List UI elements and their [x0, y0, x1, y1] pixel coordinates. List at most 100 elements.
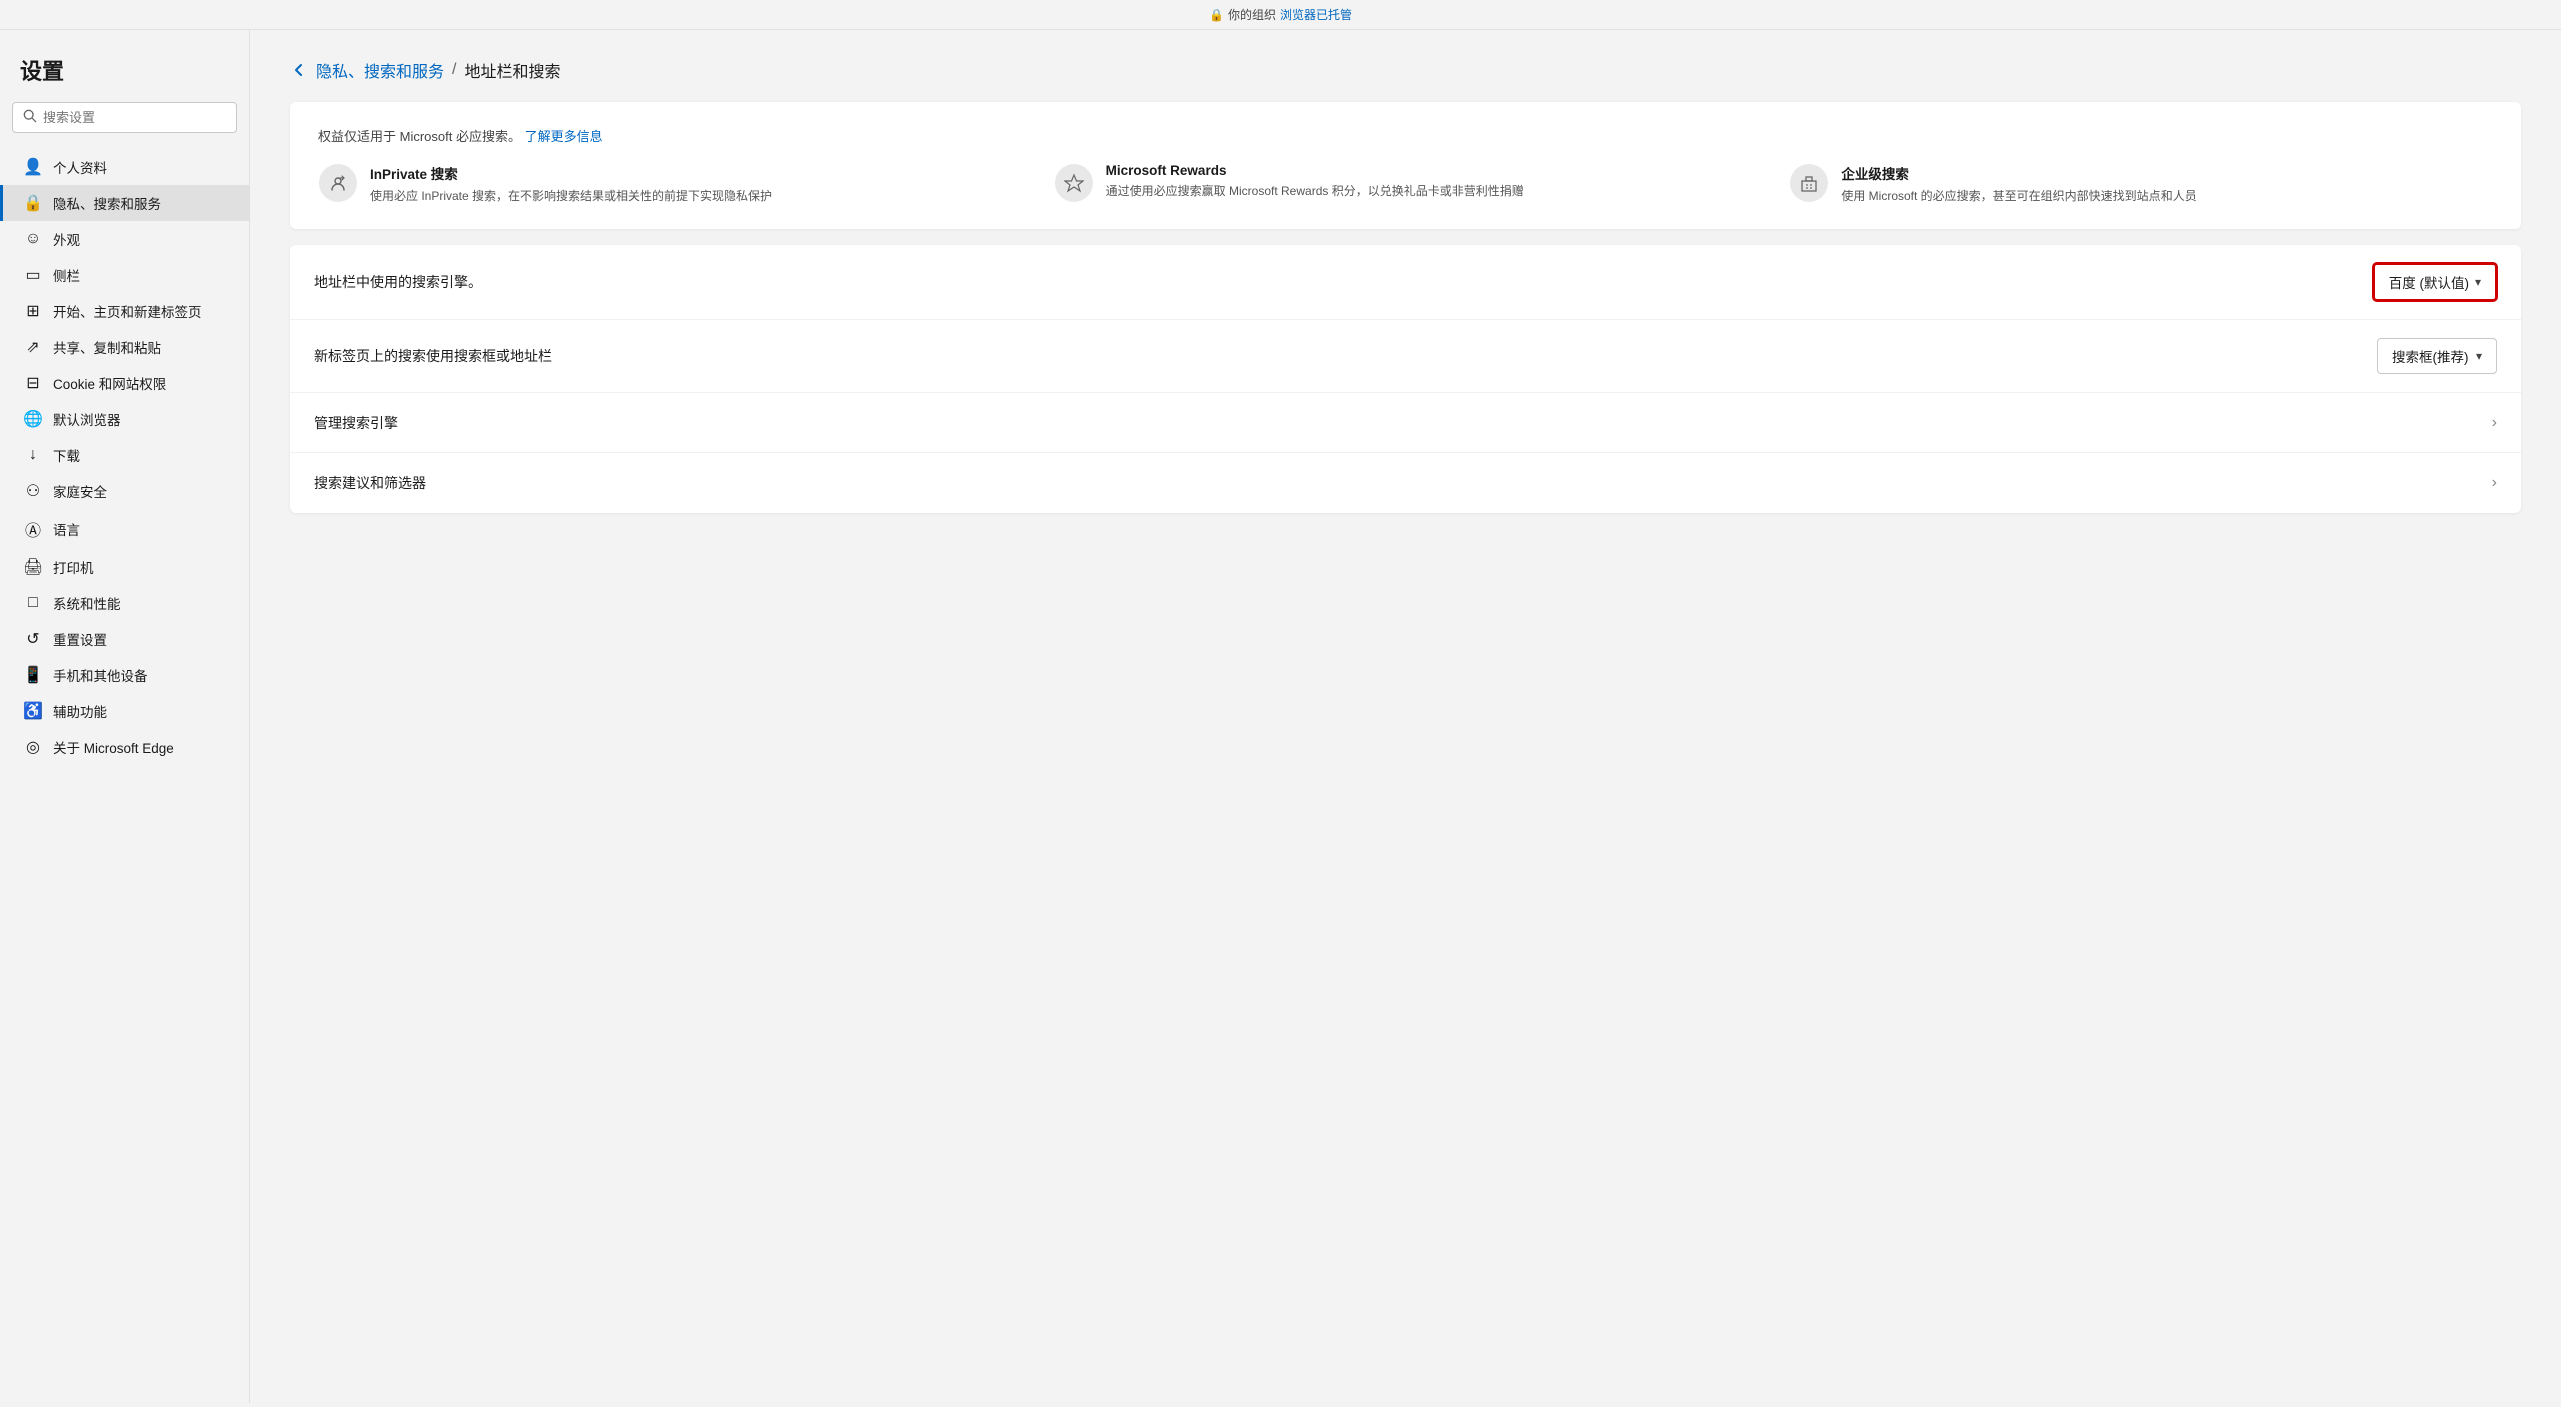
breadcrumb-current: 地址栏和搜索 [464, 58, 560, 82]
sidebar-item-accessibility[interactable]: ♿ 辅助功能 [0, 693, 249, 729]
card-note: 权益仅适用于 Microsoft 必应搜索。 了解更多信息 [318, 126, 2493, 145]
sidebar-item-cookies[interactable]: ⊟ Cookie 和网站权限 [0, 365, 249, 401]
chevron-right-icon: › [2492, 414, 2497, 432]
lock-icon: 🔒 [1209, 8, 1224, 22]
sidebar-item-system[interactable]: □ 系统和性能 [0, 585, 249, 621]
sidebar-item-label: 打印机 [53, 557, 94, 577]
sidebar-item-label: 外观 [53, 229, 80, 249]
search-suggestions-label: 搜索建议和筛选器 [314, 473, 426, 493]
sidebar-item-defaultbrowser[interactable]: 🌐 默认浏览器 [0, 401, 249, 437]
search-engine-label: 地址栏中使用的搜索引擎。 [314, 272, 482, 292]
sidebar-item-label: 系统和性能 [53, 593, 121, 613]
sidebar-item-language[interactable]: Ⓐ 语言 [0, 509, 249, 549]
enterprise-icon [1790, 164, 1828, 202]
sidebar-item-label: 家庭安全 [53, 481, 107, 501]
sidebar-icon: ▭ [23, 265, 43, 285]
features-grid: InPrivate 搜索 使用必应 InPrivate 搜索，在不影响搜索结果或… [318, 163, 2493, 205]
sidebar-item-label: 共享、复制和粘贴 [53, 337, 161, 357]
rewards-desc: 通过使用必应搜索赢取 Microsoft Rewards 积分，以兑换礼品卡或非… [1106, 182, 1524, 200]
rewards-text: Microsoft Rewards 通过使用必应搜索赢取 Microsoft R… [1106, 163, 1524, 205]
enterprise-icon-container [1789, 163, 1829, 203]
sidebar-item-label: 侧栏 [53, 265, 80, 285]
sidebar: 设置 👤 个人资料 🔒 隐私、搜索和服务 ☺ 外观 ▭ 侧栏 [0, 30, 250, 1403]
inprivate-title: InPrivate 搜索 [370, 163, 772, 183]
sidebar-item-reset[interactable]: ↺ 重置设置 [0, 621, 249, 657]
sidebar-item-mobile[interactable]: 📱 手机和其他设备 [0, 657, 249, 693]
breadcrumb-parent[interactable]: 隐私、搜索和服务 [316, 58, 444, 82]
sidebar-item-about[interactable]: ◎ 关于 Microsoft Edge [0, 729, 249, 765]
inprivate-desc: 使用必应 InPrivate 搜索，在不影响搜索结果或相关性的前提下实现隐私保护 [370, 187, 772, 205]
appearance-icon: ☺ [23, 230, 43, 248]
inprivate-icon [319, 164, 357, 202]
enterprise-text: 企业级搜索 使用 Microsoft 的必应搜索，甚至可在组织内部快速找到站点和… [1841, 163, 2196, 205]
settings-card: 地址栏中使用的搜索引擎。 百度 (默认值) ▾ 新标签页上的搜索使用搜索框或地址… [290, 245, 2521, 513]
sidebar-item-label: 隐私、搜索和服务 [53, 193, 161, 213]
sidebar-title: 设置 [0, 54, 249, 102]
system-icon: □ [23, 594, 43, 612]
sidebar-item-label: Cookie 和网站权限 [53, 373, 166, 393]
topbar-text: 你的组织 [1228, 6, 1276, 23]
sidebar-item-family[interactable]: ⚇ 家庭安全 [0, 473, 249, 509]
new-tab-search-label: 新标签页上的搜索使用搜索框或地址栏 [314, 346, 552, 366]
sidebar-item-print[interactable]: 🖨 打印机 [0, 549, 249, 585]
sidebar-item-appearance[interactable]: ☺ 外观 [0, 221, 249, 257]
sidebar-item-label: 关于 Microsoft Edge [53, 737, 174, 757]
feature-enterprise: 企业级搜索 使用 Microsoft 的必应搜索，甚至可在组织内部快速找到站点和… [1789, 163, 2493, 205]
main-content: 隐私、搜索和服务 / 地址栏和搜索 权益仅适用于 Microsoft 必应搜索。… [250, 30, 2561, 1403]
rewards-icon [1055, 164, 1093, 202]
search-engine-control: 百度 (默认值) ▾ [2373, 263, 2497, 301]
family-icon: ⚇ [23, 481, 43, 501]
breadcrumb-separator: / [452, 61, 456, 79]
benefits-card: 权益仅适用于 Microsoft 必应搜索。 了解更多信息 [290, 102, 2521, 229]
sidebar-item-sidebar[interactable]: ▭ 侧栏 [0, 257, 249, 293]
sidebar-item-privacy[interactable]: 🔒 隐私、搜索和服务 [0, 185, 249, 221]
feature-inprivate: InPrivate 搜索 使用必应 InPrivate 搜索，在不影响搜索结果或… [318, 163, 1022, 205]
sidebar-item-profile[interactable]: 👤 个人资料 [0, 149, 249, 185]
enterprise-title: 企业级搜索 [1841, 163, 2196, 183]
accessibility-icon: ♿ [23, 701, 43, 721]
topbar-link[interactable]: 浏览器已托管 [1280, 6, 1352, 23]
sidebar-item-label: 下载 [53, 445, 80, 465]
manage-engines-row[interactable]: 管理搜索引擎 › [290, 393, 2521, 453]
search-suggestions-row[interactable]: 搜索建议和筛选器 › [290, 453, 2521, 513]
privacy-icon: 🔒 [23, 193, 43, 213]
sidebar-item-label: 默认浏览器 [53, 409, 121, 429]
search-engine-row: 地址栏中使用的搜索引擎。 百度 (默认值) ▾ [290, 245, 2521, 320]
sidebar-item-label: 辅助功能 [53, 701, 107, 721]
search-engine-dropdown[interactable]: 百度 (默认值) ▾ [2373, 263, 2497, 301]
manage-engines-label: 管理搜索引擎 [314, 413, 398, 433]
sidebar-item-newtab[interactable]: ⊞ 开始、主页和新建标签页 [0, 293, 249, 329]
profile-icon: 👤 [23, 157, 43, 177]
new-tab-search-dropdown[interactable]: 搜索框(推荐) ▾ [2377, 338, 2497, 374]
new-tab-search-value: 搜索框(推荐) [2392, 346, 2469, 366]
about-icon: ◎ [23, 737, 43, 757]
reset-icon: ↺ [23, 629, 43, 649]
back-button[interactable] [290, 61, 308, 79]
chevron-down-icon: ▾ [2476, 349, 2482, 363]
downloads-icon: ↓ [23, 446, 43, 464]
search-input[interactable] [43, 110, 226, 125]
language-icon: Ⓐ [23, 517, 43, 541]
inprivate-icon-container [318, 163, 358, 203]
note-link[interactable]: 了解更多信息 [525, 129, 603, 144]
search-icon [23, 109, 37, 126]
defaultbrowser-icon: 🌐 [23, 409, 43, 429]
print-icon: 🖨 [23, 557, 43, 577]
search-engine-value: 百度 (默认值) [2389, 272, 2469, 292]
sidebar-item-share[interactable]: ⇗ 共享、复制和粘贴 [0, 329, 249, 365]
top-bar: 🔒 你的组织 浏览器已托管 [0, 0, 2561, 30]
share-icon: ⇗ [23, 337, 43, 357]
rewards-icon-container [1054, 163, 1094, 203]
sidebar-item-label: 手机和其他设备 [53, 665, 148, 685]
sidebar-item-label: 语言 [53, 519, 80, 539]
search-box[interactable] [12, 102, 237, 133]
breadcrumb: 隐私、搜索和服务 / 地址栏和搜索 [290, 58, 2521, 82]
sidebar-item-label: 个人资料 [53, 157, 107, 177]
chevron-right-icon: › [2492, 474, 2497, 492]
rewards-title: Microsoft Rewards [1106, 163, 1524, 178]
newtab-icon: ⊞ [23, 301, 43, 321]
feature-rewards: Microsoft Rewards 通过使用必应搜索赢取 Microsoft R… [1054, 163, 1758, 205]
inprivate-text: InPrivate 搜索 使用必应 InPrivate 搜索，在不影响搜索结果或… [370, 163, 772, 205]
sidebar-item-label: 重置设置 [53, 629, 107, 649]
sidebar-item-downloads[interactable]: ↓ 下载 [0, 437, 249, 473]
